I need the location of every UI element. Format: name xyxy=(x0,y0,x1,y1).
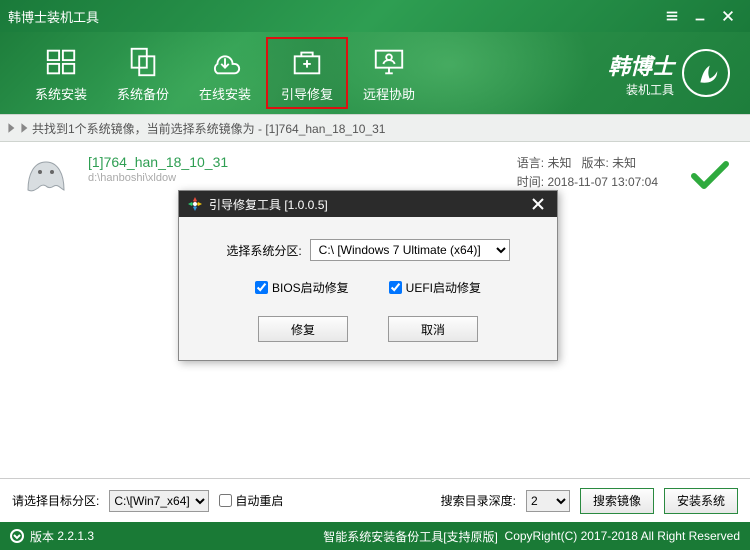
monitor-user-icon xyxy=(371,44,407,80)
crumb-text: 共找到1个系统镜像，当前选择系统镜像为 - [1]764_han_18_10_3… xyxy=(32,120,385,137)
check-icon xyxy=(690,160,730,195)
dialog-close-button[interactable] xyxy=(527,194,549,214)
partition-select[interactable]: C:\ [Windows 7 Ultimate (x64)] xyxy=(310,239,510,261)
image-title: [1]764_han_18_10_31 xyxy=(88,154,228,170)
tool-label: 系统安装 xyxy=(35,84,87,103)
version-number: 2.2.1.3 xyxy=(57,529,94,543)
dialog-titlebar: 引导修复工具 [1.0.0.5] xyxy=(179,191,557,217)
main-content: [1]764_han_18_10_31 d:\hanboshi\xldow 语言… xyxy=(0,142,750,478)
breadcrumb: 共找到1个系统镜像，当前选择系统镜像为 - [1]764_han_18_10_3… xyxy=(0,114,750,142)
tool-remote-assist[interactable]: 远程协助 xyxy=(348,37,430,109)
ghost-icon xyxy=(20,154,72,196)
chevron-right-icon xyxy=(6,122,18,134)
boot-repair-dialog: 引导修复工具 [1.0.0.5] 选择系统分区: C:\ [Windows 7 … xyxy=(178,190,558,361)
tool-boot-repair[interactable]: 引导修复 xyxy=(266,37,348,109)
brand-name: 韩博士 xyxy=(608,49,674,81)
tool-label: 系统备份 xyxy=(117,84,169,103)
window-title: 韩博士装机工具 xyxy=(8,7,99,26)
tool-label: 引导修复 xyxy=(281,84,333,103)
chevron-down-circle-icon xyxy=(10,529,24,543)
tool-label: 在线安装 xyxy=(199,84,251,103)
search-image-button[interactable]: 搜索镜像 xyxy=(580,488,654,514)
flower-icon xyxy=(187,196,203,212)
chevron-right-icon xyxy=(19,122,31,134)
brand: 韩博士 装机工具 xyxy=(608,49,730,98)
windows-icon xyxy=(43,44,79,80)
brand-logo-icon xyxy=(682,49,730,97)
partition-label: 选择系统分区: xyxy=(226,242,301,259)
search-depth-label: 搜索目录深度: xyxy=(441,492,516,509)
close-button[interactable] xyxy=(714,4,742,28)
copy-icon xyxy=(125,44,161,80)
product-name: 智能系统安装备份工具[支持原版] xyxy=(323,528,498,545)
cloud-download-icon xyxy=(207,44,243,80)
image-path: d:\hanboshi\xldow xyxy=(88,172,228,184)
target-partition-select[interactable]: C:\[Win7_x64] xyxy=(109,490,209,512)
tool-online-install[interactable]: 在线安装 xyxy=(184,37,266,109)
bottom-bar: 请选择目标分区: C:\[Win7_x64] 自动重启 搜索目录深度: 2 搜索… xyxy=(0,478,750,522)
menu-button[interactable] xyxy=(658,4,686,28)
bios-repair-checkbox[interactable]: BIOS启动修复 xyxy=(255,279,349,296)
main-toolbar: 系统安装 系统备份 在线安装 引导修复 远程协助 韩博士 装机工具 xyxy=(0,32,750,114)
install-system-button[interactable]: 安装系统 xyxy=(664,488,738,514)
tool-label: 远程协助 xyxy=(363,84,415,103)
tool-system-backup[interactable]: 系统备份 xyxy=(102,37,184,109)
titlebar: 韩博士装机工具 xyxy=(0,0,750,32)
brand-sub: 装机工具 xyxy=(608,81,674,98)
version-label: 版本 xyxy=(30,528,54,545)
minimize-button[interactable] xyxy=(686,4,714,28)
toolbox-icon xyxy=(289,44,325,80)
dialog-title-text: 引导修复工具 [1.0.0.5] xyxy=(209,196,328,213)
uefi-repair-checkbox[interactable]: UEFI启动修复 xyxy=(389,279,481,296)
search-depth-select[interactable]: 2 xyxy=(526,490,570,512)
auto-reboot-checkbox[interactable]: 自动重启 xyxy=(219,492,283,509)
status-bar: 版本 2.2.1.3 智能系统安装备份工具[支持原版] CopyRight(C)… xyxy=(0,522,750,550)
repair-button[interactable]: 修复 xyxy=(258,316,348,342)
target-partition-label: 请选择目标分区: xyxy=(12,492,99,509)
copyright: CopyRight(C) 2017-2018 All Right Reserve… xyxy=(505,529,740,543)
cancel-button[interactable]: 取消 xyxy=(388,316,478,342)
tool-system-install[interactable]: 系统安装 xyxy=(20,37,102,109)
image-meta: 语言: 未知 版本: 未知 时间: 2018-11-07 13:07:04 xyxy=(517,154,658,192)
